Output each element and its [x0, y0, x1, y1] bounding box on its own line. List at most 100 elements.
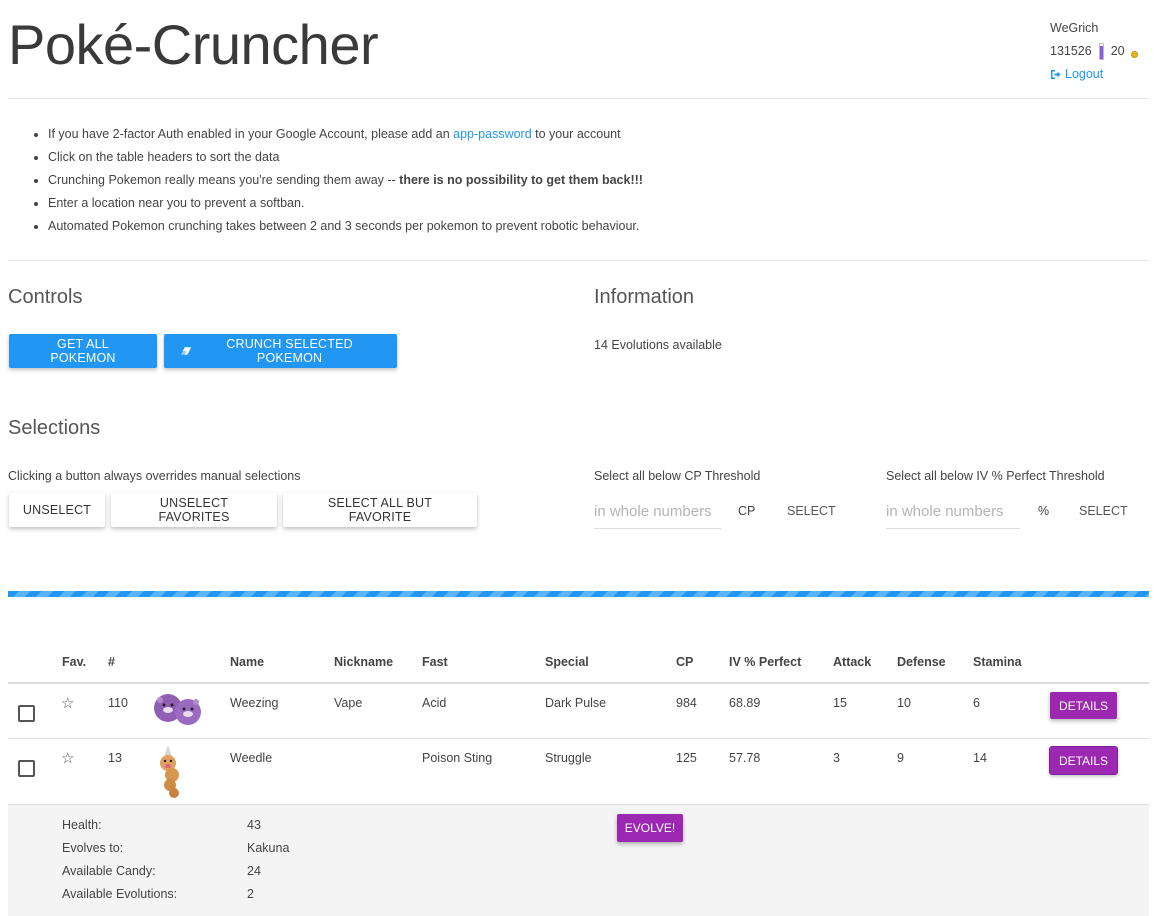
cell-cp: 125 — [676, 751, 697, 765]
available-candy-value: 24 — [247, 864, 261, 878]
tip-item: Crunching Pokemon really means you're se… — [48, 169, 643, 192]
evolutions-available-text: 14 Evolutions available — [594, 338, 722, 352]
header-special[interactable]: Special — [545, 655, 589, 669]
cell-stamina: 14 — [973, 751, 987, 765]
iv-select-button[interactable]: SELECT — [1079, 504, 1128, 518]
coins-value: 20 — [1110, 44, 1125, 58]
tip-item: Enter a location near you to prevent a s… — [48, 192, 643, 215]
selections-note: Clicking a button always overrides manua… — [8, 469, 301, 483]
button-label: GET ALL POKEMON — [50, 337, 116, 365]
header-fav[interactable]: Fav. — [62, 655, 86, 669]
logout-icon — [1051, 70, 1061, 79]
information-title: Information — [594, 286, 695, 308]
cell-defense: 10 — [897, 696, 911, 710]
header-divider-line — [8, 682, 1149, 684]
username: WeGrich — [1050, 21, 1099, 35]
app-password-link[interactable]: app-password — [453, 127, 532, 141]
header-divider — [8, 98, 1149, 99]
favorite-star-icon[interactable]: ☆ — [61, 694, 74, 712]
xp-bar — [1098, 43, 1104, 60]
app-title: Poké-Cruncher — [8, 13, 379, 76]
cell-fast: Poison Sting — [422, 751, 493, 765]
loading-progress-bar — [8, 591, 1149, 597]
cell-iv: 68.89 — [729, 696, 761, 710]
row-checkbox[interactable] — [18, 705, 35, 722]
iv-threshold-input[interactable] — [886, 495, 1020, 529]
selections-title: Selections — [8, 417, 101, 439]
cell-attack: 15 — [833, 696, 847, 710]
coin-icon — [1130, 50, 1138, 58]
select-all-but-favorite-button[interactable]: SELECT ALL BUT FAVORITE — [283, 493, 477, 527]
button-label: SELECT ALL BUT FAVORITE — [327, 496, 433, 524]
cell-defense: 9 — [897, 751, 904, 765]
cell-iv: 57.78 — [729, 751, 761, 765]
details-button[interactable]: DETAILS — [1049, 746, 1118, 775]
header-cp[interactable]: CP — [676, 655, 693, 669]
available-evolutions-value: 2 — [247, 887, 254, 901]
favorite-star-icon[interactable]: ☆ — [61, 749, 74, 767]
header-name[interactable]: Name — [230, 655, 264, 669]
header-nickname[interactable]: Nickname — [334, 655, 393, 669]
cell-name: Weedle — [230, 751, 273, 765]
row-divider — [8, 738, 1149, 739]
button-label: CRUNCH SELECTED POKEMON — [226, 337, 353, 365]
logout-link[interactable]: Logout — [1050, 63, 1103, 86]
cell-attack: 3 — [833, 751, 840, 765]
header-number[interactable]: # — [108, 655, 115, 669]
user-box: WeGrich 131526 20 Logout — [1050, 17, 1138, 88]
xp-bar-fill — [1099, 46, 1103, 59]
button-label: UNSELECT FAVORITES — [158, 496, 230, 524]
unselect-button[interactable]: UNSELECT — [9, 493, 105, 527]
details-button[interactable]: DETAILS — [1050, 692, 1117, 719]
warning-text: there is no possibility to get them back… — [399, 173, 643, 187]
iv-unit: % — [1038, 504, 1050, 518]
tip-text: If you have 2-factor Auth enabled in you… — [48, 127, 454, 141]
evolves-to-value: Kakuna — [247, 841, 290, 855]
logout-label: Logout — [1065, 67, 1104, 81]
header-attack[interactable]: Attack — [833, 655, 871, 669]
cell-nickname: Vape — [334, 696, 363, 710]
health-label: Health: — [62, 818, 102, 832]
weedle-sprite — [160, 745, 179, 798]
cell-cp: 984 — [676, 696, 697, 710]
tip-item: Click on the table headers to sort the d… — [48, 146, 643, 169]
button-label: UNSELECT — [22, 503, 92, 517]
cp-select-button[interactable]: SELECT — [787, 504, 836, 518]
cell-stamina: 6 — [973, 696, 980, 710]
row-checkbox[interactable] — [18, 760, 35, 777]
cell-fast: Acid — [422, 696, 447, 710]
cp-threshold-label: Select all below CP Threshold — [594, 469, 761, 483]
header-defense[interactable]: Defense — [897, 655, 946, 669]
stardust-value: 131526 — [1050, 44, 1092, 58]
user-stats: 131526 20 — [1050, 40, 1138, 63]
available-evolutions-label: Available Evolutions: — [62, 887, 178, 901]
controls-title: Controls — [8, 286, 83, 308]
tips-divider — [8, 260, 1149, 261]
tip-text: Crunching Pokemon really means you're se… — [48, 173, 400, 187]
tip-item: If you have 2-factor Auth enabled in you… — [48, 123, 643, 146]
header-iv[interactable]: IV % Perfect — [729, 655, 801, 669]
crunch-selected-button[interactable]: CRUNCH SELECTED POKEMON — [164, 334, 397, 368]
evolve-button[interactable]: EVOLVE! — [617, 814, 683, 842]
tip-item: Automated Pokemon crunching takes betwee… — [48, 215, 643, 238]
eraser-icon — [180, 347, 192, 355]
cell-special: Dark Pulse — [545, 696, 607, 710]
tip-text: to your account — [531, 127, 621, 141]
cell-number: 13 — [108, 751, 122, 765]
health-value: 43 — [247, 818, 261, 832]
iv-threshold-label: Select all below IV % Perfect Threshold — [886, 469, 1105, 483]
evolves-to-label: Evolves to: — [62, 841, 124, 855]
cell-special: Struggle — [545, 751, 592, 765]
cell-number: 110 — [108, 696, 128, 710]
tips-list: If you have 2-factor Auth enabled in you… — [30, 123, 643, 238]
details-panel — [8, 805, 1149, 916]
cp-threshold-input[interactable] — [594, 495, 721, 529]
header-stamina[interactable]: Stamina — [973, 655, 1022, 669]
cp-unit: CP — [738, 504, 756, 518]
cell-name: Weezing — [230, 696, 279, 710]
available-candy-label: Available Candy: — [62, 864, 156, 878]
get-all-pokemon-button[interactable]: GET ALL POKEMON — [9, 334, 157, 368]
weezing-sprite — [154, 694, 201, 725]
header-fast[interactable]: Fast — [422, 655, 448, 669]
unselect-favorites-button[interactable]: UNSELECT FAVORITES — [111, 493, 277, 527]
